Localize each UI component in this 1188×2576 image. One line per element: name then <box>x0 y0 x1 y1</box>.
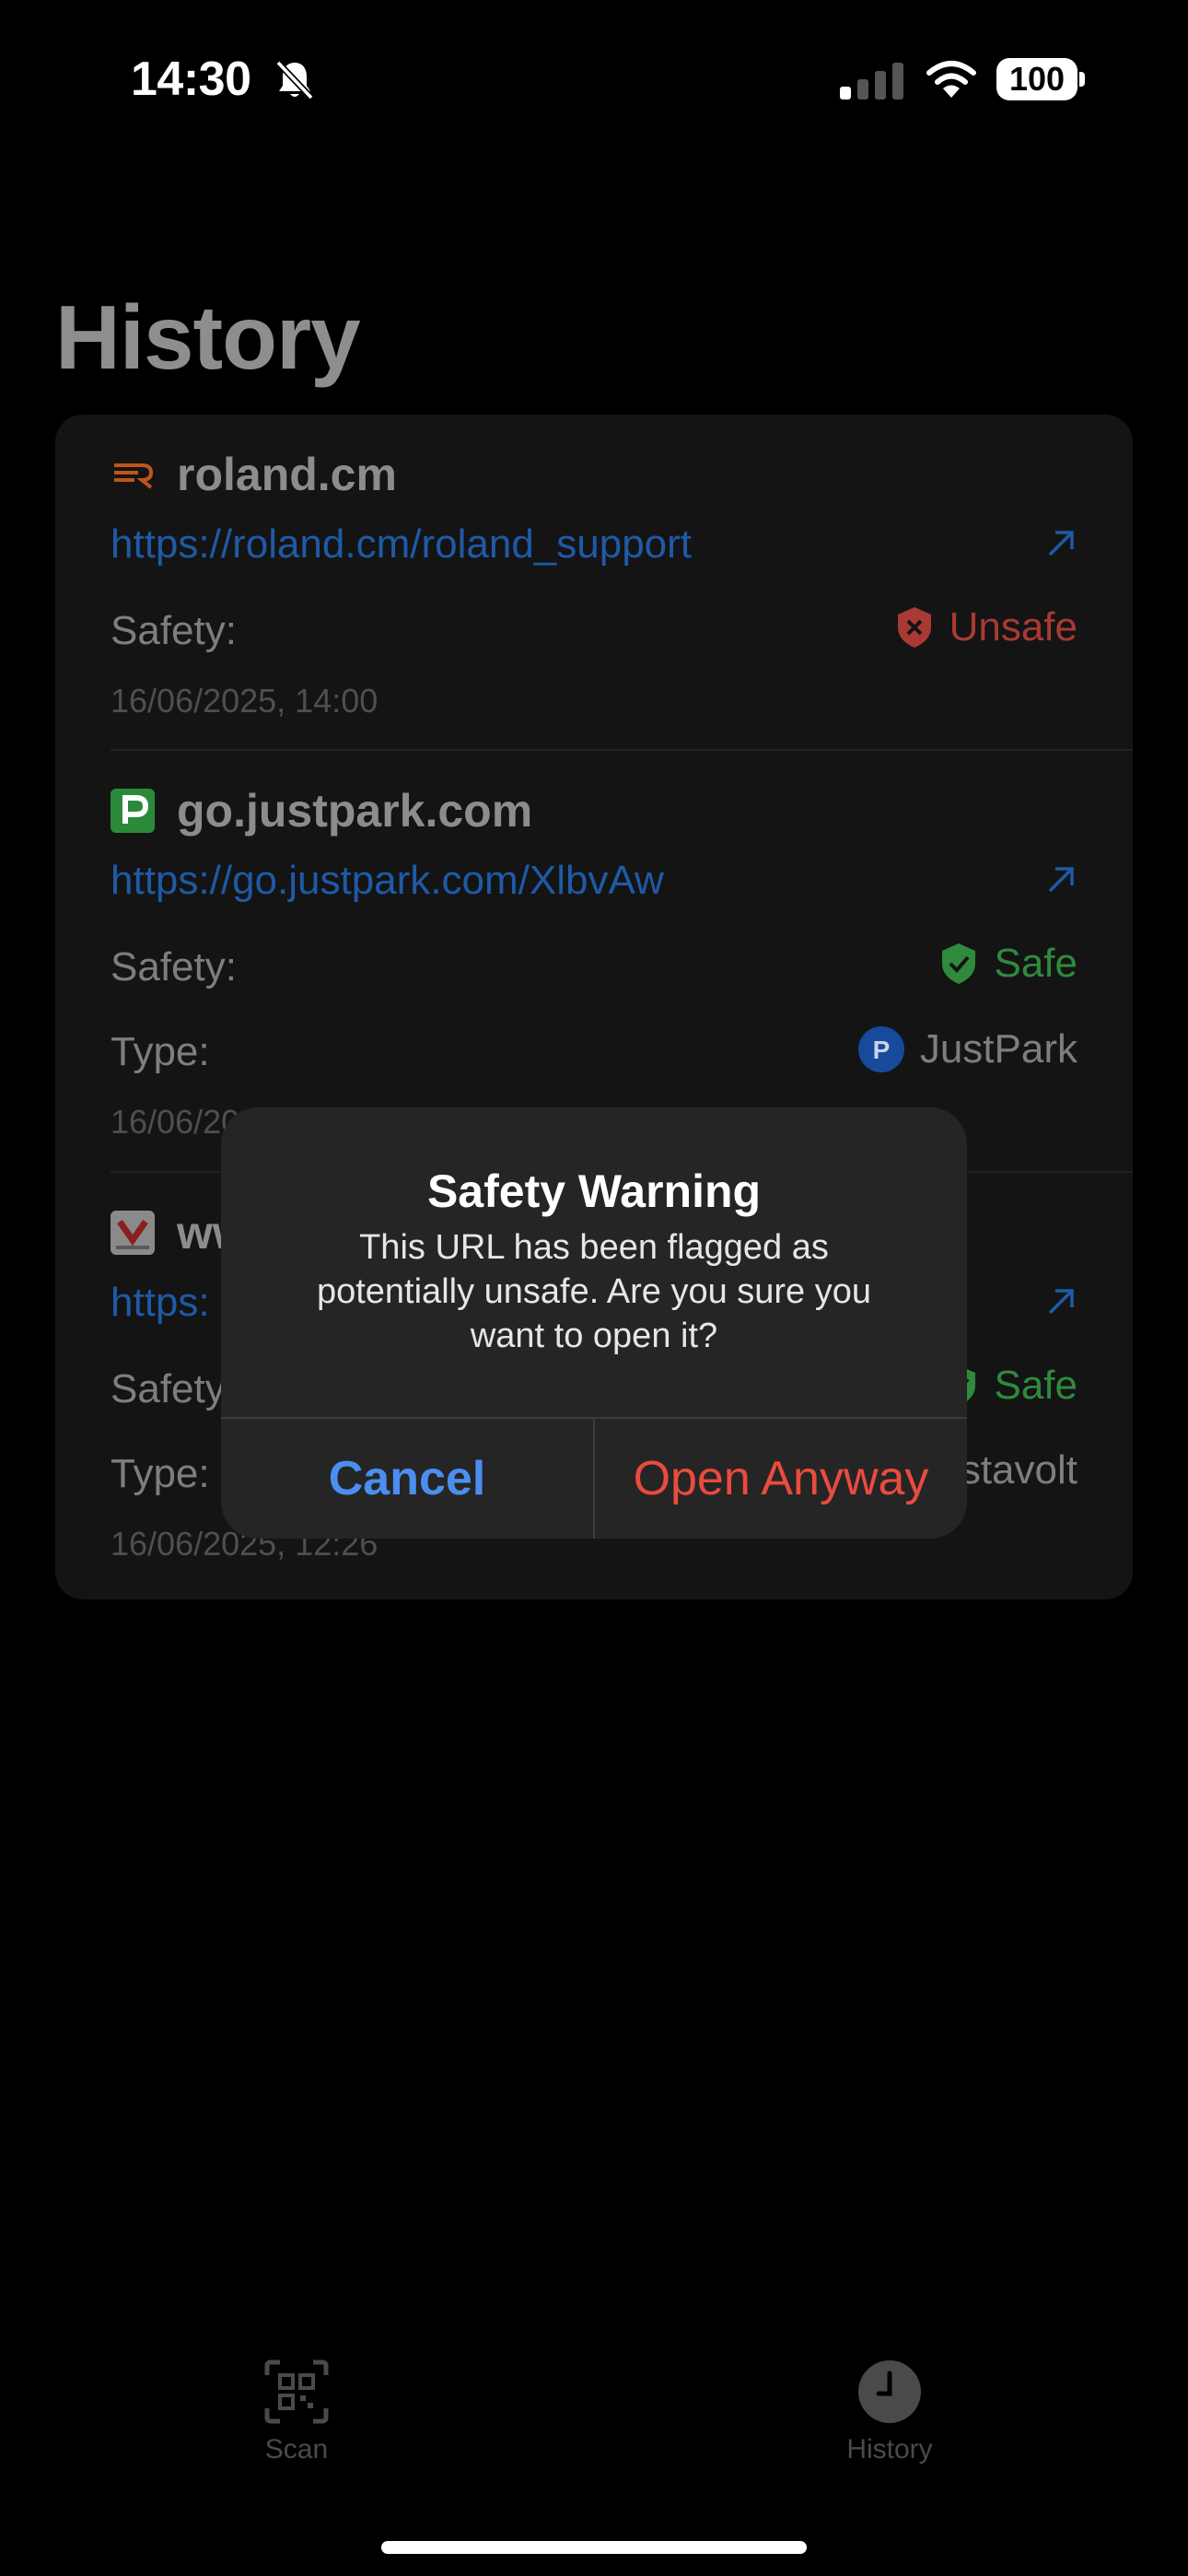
safety-label: Safety: <box>111 608 237 653</box>
entry-date: 16/06/2025, 14:00 <box>111 682 379 720</box>
safety-value: Safe <box>994 1363 1077 1408</box>
entry-domain: roland.cm <box>177 449 397 500</box>
safety-label: Safety <box>111 1366 226 1411</box>
dialog-message: This URL has been flagged as potentially… <box>316 1228 872 1355</box>
tab-history[interactable]: History <box>798 2359 982 2465</box>
type-label: Type: <box>111 1029 210 1074</box>
entry-url-link[interactable]: https: <box>111 1280 210 1326</box>
roland-logo-icon <box>114 463 154 489</box>
type-label: Type: <box>111 1451 210 1496</box>
cancel-button[interactable]: Cancel <box>221 1419 593 1539</box>
safety-label: Safety: <box>111 944 237 989</box>
vestavolt-logo-icon <box>111 1211 155 1255</box>
external-link-arrow-icon[interactable] <box>1044 863 1077 896</box>
justpark-p-icon: P <box>857 1026 904 1072</box>
safety-status-badge: Safe <box>938 941 1077 987</box>
shield-check-icon <box>942 943 976 984</box>
clock-icon <box>858 2360 921 2423</box>
history-entry[interactable]: roland.cm https://roland.cm/roland_suppo… <box>55 415 1133 749</box>
entry-url-link[interactable]: https://roland.cm/roland_support <box>111 521 692 568</box>
tab-scan[interactable]: Scan <box>204 2359 389 2465</box>
safety-value: Unsafe <box>949 604 1077 650</box>
justpark-logo-icon <box>111 789 155 833</box>
open-anyway-button[interactable]: Open Anyway <box>595 1419 967 1539</box>
dialog-title: Safety Warning <box>426 1165 762 1217</box>
safety-warning-dialog: Safety Warning This URL has been flagged… <box>221 1107 967 1539</box>
type-value: JustPark <box>919 1026 1077 1071</box>
type-badge: stavolt <box>961 1447 1077 1493</box>
entry-domain: go.justpark.com <box>177 785 533 837</box>
svg-text:P: P <box>872 1036 890 1064</box>
tab-label: Scan <box>264 2434 329 2465</box>
safety-value: Safe <box>994 941 1077 986</box>
tab-label: History <box>846 2434 933 2465</box>
home-indicator[interactable] <box>381 2541 807 2554</box>
type-badge: P JustPark <box>857 1025 1077 1073</box>
page-title: History <box>55 287 361 388</box>
type-value: stavolt <box>960 1447 1077 1493</box>
external-link-arrow-icon[interactable] <box>1044 527 1077 560</box>
entry-url-link[interactable]: https://go.justpark.com/XlbvAw <box>111 858 664 904</box>
qr-code-icon <box>264 2359 329 2424</box>
shield-x-icon <box>897 607 931 648</box>
entry-date: 16/06/20 <box>111 1103 240 1141</box>
safety-status-badge: Unsafe <box>894 604 1077 650</box>
external-link-arrow-icon[interactable] <box>1044 1285 1077 1318</box>
